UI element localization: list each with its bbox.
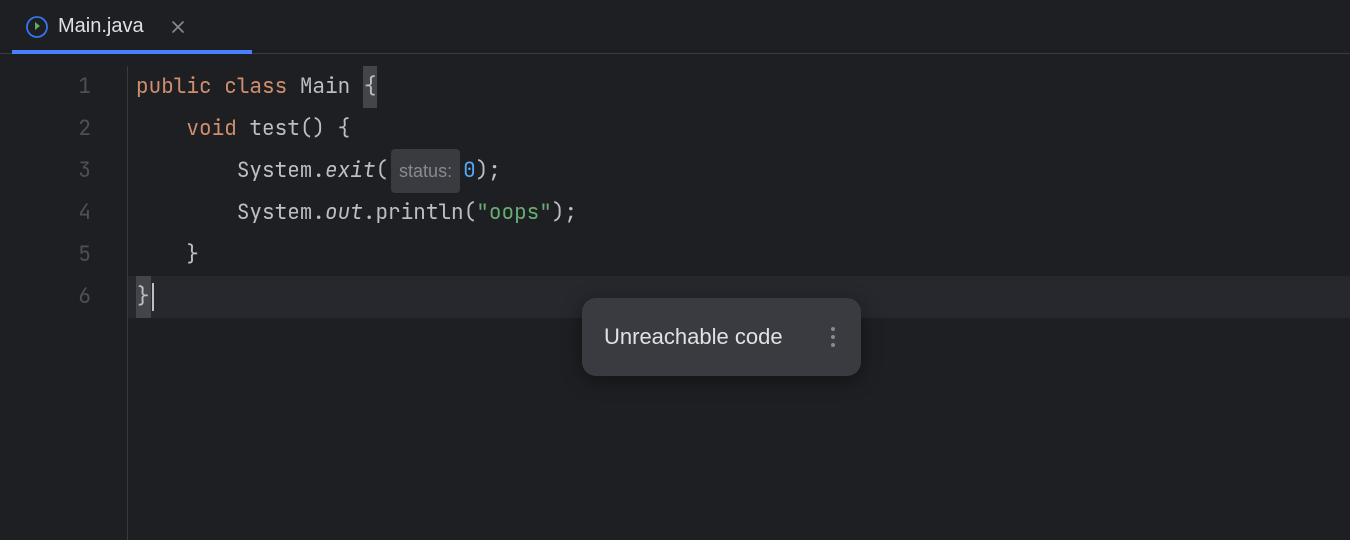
- method-println: println: [375, 192, 463, 234]
- text-cursor: [152, 283, 154, 311]
- file-tab[interactable]: Main.java: [12, 0, 202, 53]
- code-line[interactable]: System.out.println("oops");: [128, 192, 1350, 234]
- close-icon[interactable]: [168, 17, 188, 37]
- inspection-tooltip[interactable]: Unreachable code: [582, 298, 861, 376]
- line-number[interactable]: 1: [0, 66, 127, 108]
- method-exit: exit: [325, 150, 375, 192]
- active-tab-indicator: [12, 50, 252, 54]
- tab-bar: Main.java: [0, 0, 1350, 54]
- line-number[interactable]: 4: [0, 192, 127, 234]
- string-literal: "oops": [476, 192, 552, 234]
- editor-area: 1 2 3 4 5 6 public class Main { void tes…: [0, 54, 1350, 540]
- code-line[interactable]: public class Main {: [128, 66, 1350, 108]
- brace-close-highlighted: }: [136, 276, 151, 318]
- tab-filename: Main.java: [58, 15, 144, 38]
- java-class-icon: [26, 16, 48, 38]
- field-out: out: [325, 192, 363, 234]
- method-name: test: [249, 108, 299, 150]
- tooltip-message: Unreachable code: [604, 316, 783, 358]
- parameter-hint: status:: [391, 149, 460, 193]
- code-area[interactable]: public class Main { void test() { System…: [128, 66, 1350, 540]
- keyword-class: class: [224, 66, 287, 108]
- line-number[interactable]: 6: [0, 276, 127, 318]
- keyword-void: void: [186, 108, 236, 150]
- code-line[interactable]: }: [128, 234, 1350, 276]
- line-number[interactable]: 5: [0, 234, 127, 276]
- number-literal: 0: [463, 150, 476, 192]
- gutter: 1 2 3 4 5 6: [0, 66, 128, 540]
- brace-close: }: [186, 234, 199, 276]
- class-name: Main: [300, 66, 350, 108]
- keyword-public: public: [136, 66, 212, 108]
- line-number[interactable]: 3: [0, 150, 127, 192]
- code-line[interactable]: System.exit(status:0);: [128, 150, 1350, 192]
- line-number[interactable]: 2: [0, 108, 127, 150]
- kebab-menu-icon[interactable]: [827, 323, 839, 351]
- identifier-system: System: [237, 192, 313, 234]
- code-line[interactable]: void test() {: [128, 108, 1350, 150]
- identifier-system: System: [237, 150, 313, 192]
- brace-open-highlighted: {: [363, 66, 378, 108]
